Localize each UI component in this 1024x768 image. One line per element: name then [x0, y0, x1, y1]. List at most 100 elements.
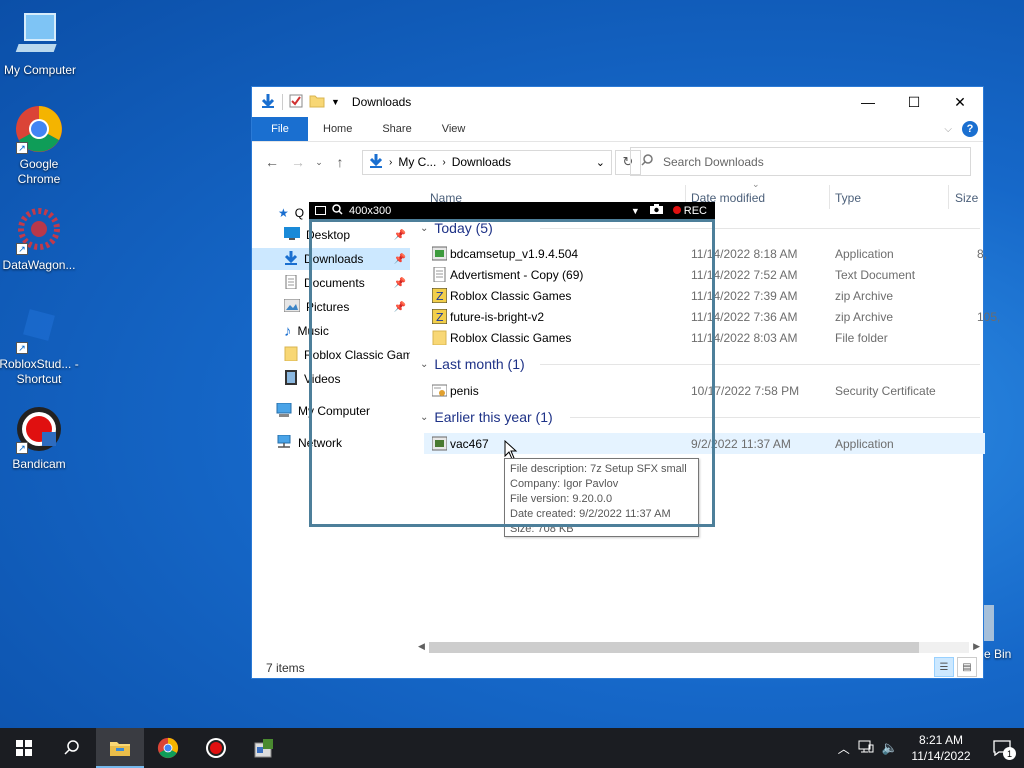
large-icons-view-button[interactable]: ▤	[957, 657, 977, 677]
file-row[interactable]: Roblox Classic Games 11/14/2022 8:03 AM …	[424, 327, 985, 348]
dropdown-icon[interactable]: ▼	[631, 206, 640, 216]
details-view-button[interactable]: ☰	[934, 657, 954, 677]
desktop-icon-recycle-bin[interactable]: e Bin	[984, 605, 1011, 661]
nav-my-computer[interactable]: My Computer	[276, 400, 410, 422]
svg-text:Z: Z	[436, 290, 444, 303]
network-icon[interactable]	[858, 740, 874, 757]
desktop-icon-datawagon[interactable]: ↗ DataWagon...	[0, 205, 79, 273]
expand-ribbon-icon[interactable]: ⌵	[944, 124, 952, 135]
column-header-size[interactable]: Size	[955, 191, 978, 213]
tab-view[interactable]: View	[427, 117, 481, 141]
horizontal-scrollbar[interactable]: ◀ ▶	[415, 639, 983, 656]
group-divider	[540, 228, 980, 229]
group-last-month[interactable]: ⌄ Last month (1)	[420, 354, 980, 374]
scroll-right-icon[interactable]: ▶	[973, 641, 980, 652]
file-row[interactable]: Advertisment - Copy (69) 11/14/2022 7:52…	[424, 264, 985, 285]
forward-button[interactable]: →	[288, 154, 308, 170]
taskbar-bandicam[interactable]	[192, 728, 240, 768]
nav-label: Downloads	[304, 252, 364, 266]
chrome-icon: ↗	[14, 104, 64, 154]
properties-icon[interactable]	[289, 94, 303, 111]
pin-icon[interactable]: 📌	[394, 302, 406, 313]
scroll-thumb[interactable]	[429, 642, 919, 653]
file-row[interactable]: bdcamsetup_v1.9.4.504 11/14/2022 8:18 AM…	[424, 243, 987, 264]
tooltip-company: Company: Igor Pavlov	[510, 478, 619, 490]
tab-home[interactable]: Home	[308, 117, 367, 141]
nav-music[interactable]: ♪ Music	[252, 320, 410, 342]
tab-file[interactable]: File	[252, 117, 308, 141]
column-header-type[interactable]: Type	[835, 191, 861, 213]
taskbar-chrome[interactable]	[144, 728, 192, 768]
taskbar-installer[interactable]	[240, 728, 288, 768]
group-divider	[570, 417, 980, 418]
desktop-icon-roblox-studio[interactable]: ↗ RobloxStud... - Shortcut	[0, 304, 79, 387]
nav-label: Music	[297, 324, 329, 338]
taskbar-file-explorer[interactable]	[96, 728, 144, 768]
minimize-button[interactable]: —	[845, 87, 891, 117]
address-bar[interactable]: › My C... › Downloads ⌄ ↻	[362, 149, 641, 175]
file-name: penis	[450, 383, 479, 398]
down-arrow-icon[interactable]	[260, 93, 276, 112]
pin-icon[interactable]: 📌	[394, 254, 406, 265]
clock[interactable]: 8:21 AM 11/14/2022	[906, 732, 976, 764]
new-folder-icon[interactable]	[309, 94, 325, 111]
help-icon[interactable]: ?	[962, 121, 978, 137]
title-bar[interactable]: ▼ Downloads — ☐ ✕	[252, 87, 983, 117]
up-button[interactable]: ↑	[330, 154, 350, 170]
bandicam-icon: ↗	[14, 404, 64, 454]
volume-icon[interactable]: 🔈	[882, 740, 898, 756]
close-button[interactable]: ✕	[937, 87, 983, 117]
explorer-window: ▼ Downloads — ☐ ✕ File Home Share View ⌵…	[251, 86, 1000, 679]
shortcut-arrow-icon: ↗	[16, 243, 28, 255]
nav-network[interactable]: Network	[276, 432, 410, 454]
recorder-toolbar[interactable]: 400x300 ▼ REC	[309, 202, 715, 219]
record-dot-icon	[672, 205, 681, 214]
nav-downloads[interactable]: Downloads 📌	[252, 248, 410, 270]
column-divider[interactable]	[948, 185, 949, 209]
nav-label: Roblox Classic Gam	[304, 348, 410, 362]
column-divider[interactable]	[829, 185, 830, 209]
tab-share[interactable]: Share	[367, 117, 426, 141]
camera-icon[interactable]	[649, 204, 663, 217]
breadcrumb-my-computer[interactable]: My C...	[398, 155, 436, 169]
nav-roblox-classic-games[interactable]: Roblox Classic Gam	[252, 344, 410, 366]
scroll-left-icon[interactable]: ◀	[418, 641, 425, 652]
svg-text:Z: Z	[436, 311, 444, 324]
file-date: 11/14/2022 8:18 AM	[691, 246, 798, 261]
start-button[interactable]	[0, 728, 48, 768]
nav-desktop[interactable]: Desktop 📌	[252, 224, 410, 246]
file-row[interactable]: Z future-is-bright-v2 11/14/2022 7:36 AM…	[424, 306, 1000, 327]
pin-icon[interactable]: 📌	[394, 230, 406, 241]
file-row[interactable]: penis 10/17/2022 7:58 PM Security Certif…	[424, 380, 985, 401]
nav-videos[interactable]: Videos	[252, 368, 410, 390]
file-name: vac467	[450, 436, 489, 451]
recent-locations-icon[interactable]: ⌄	[314, 157, 324, 168]
zip-archive-icon: Z	[431, 287, 448, 304]
nav-pictures[interactable]: Pictures 📌	[252, 296, 410, 318]
chevron-down-icon: ⌄	[420, 358, 429, 370]
desktop-icon-chrome[interactable]: ↗ Google Chrome	[0, 104, 79, 187]
nav-label: Desktop	[306, 228, 351, 242]
back-button[interactable]: ←	[262, 154, 282, 170]
nav-documents[interactable]: Documents 📌	[252, 272, 410, 294]
search-button[interactable]	[48, 728, 96, 768]
address-dropdown-icon[interactable]: ⌄	[596, 156, 605, 169]
desktop-icon-my-computer[interactable]: My Computer	[0, 10, 80, 78]
view-toggle: ☰ ▤	[934, 657, 977, 677]
file-row[interactable]: Z Roblox Classic Games 11/14/2022 7:39 A…	[424, 285, 985, 306]
desktop-icon-bandicam[interactable]: ↗ Bandicam	[0, 404, 79, 472]
group-earlier-this-year[interactable]: ⌄ Earlier this year (1)	[420, 407, 980, 427]
show-hidden-icons-icon[interactable]: ︿	[838, 740, 850, 757]
record-button[interactable]: REC	[672, 205, 707, 217]
search-icon[interactable]	[332, 203, 343, 218]
file-name: Roblox Classic Games	[450, 330, 572, 345]
breadcrumb-downloads[interactable]: Downloads	[452, 155, 511, 169]
search-box[interactable]: Search Downloads	[630, 147, 971, 176]
group-today[interactable]: ⌄ Today (5)	[420, 218, 980, 238]
pin-icon[interactable]: 📌	[394, 278, 406, 289]
action-center-button[interactable]: 1	[984, 728, 1020, 768]
chevron-down-icon[interactable]: ▼	[331, 97, 340, 107]
window-mode-icon[interactable]	[315, 206, 326, 215]
maximize-button[interactable]: ☐	[891, 87, 937, 117]
chrome-icon	[157, 737, 179, 759]
